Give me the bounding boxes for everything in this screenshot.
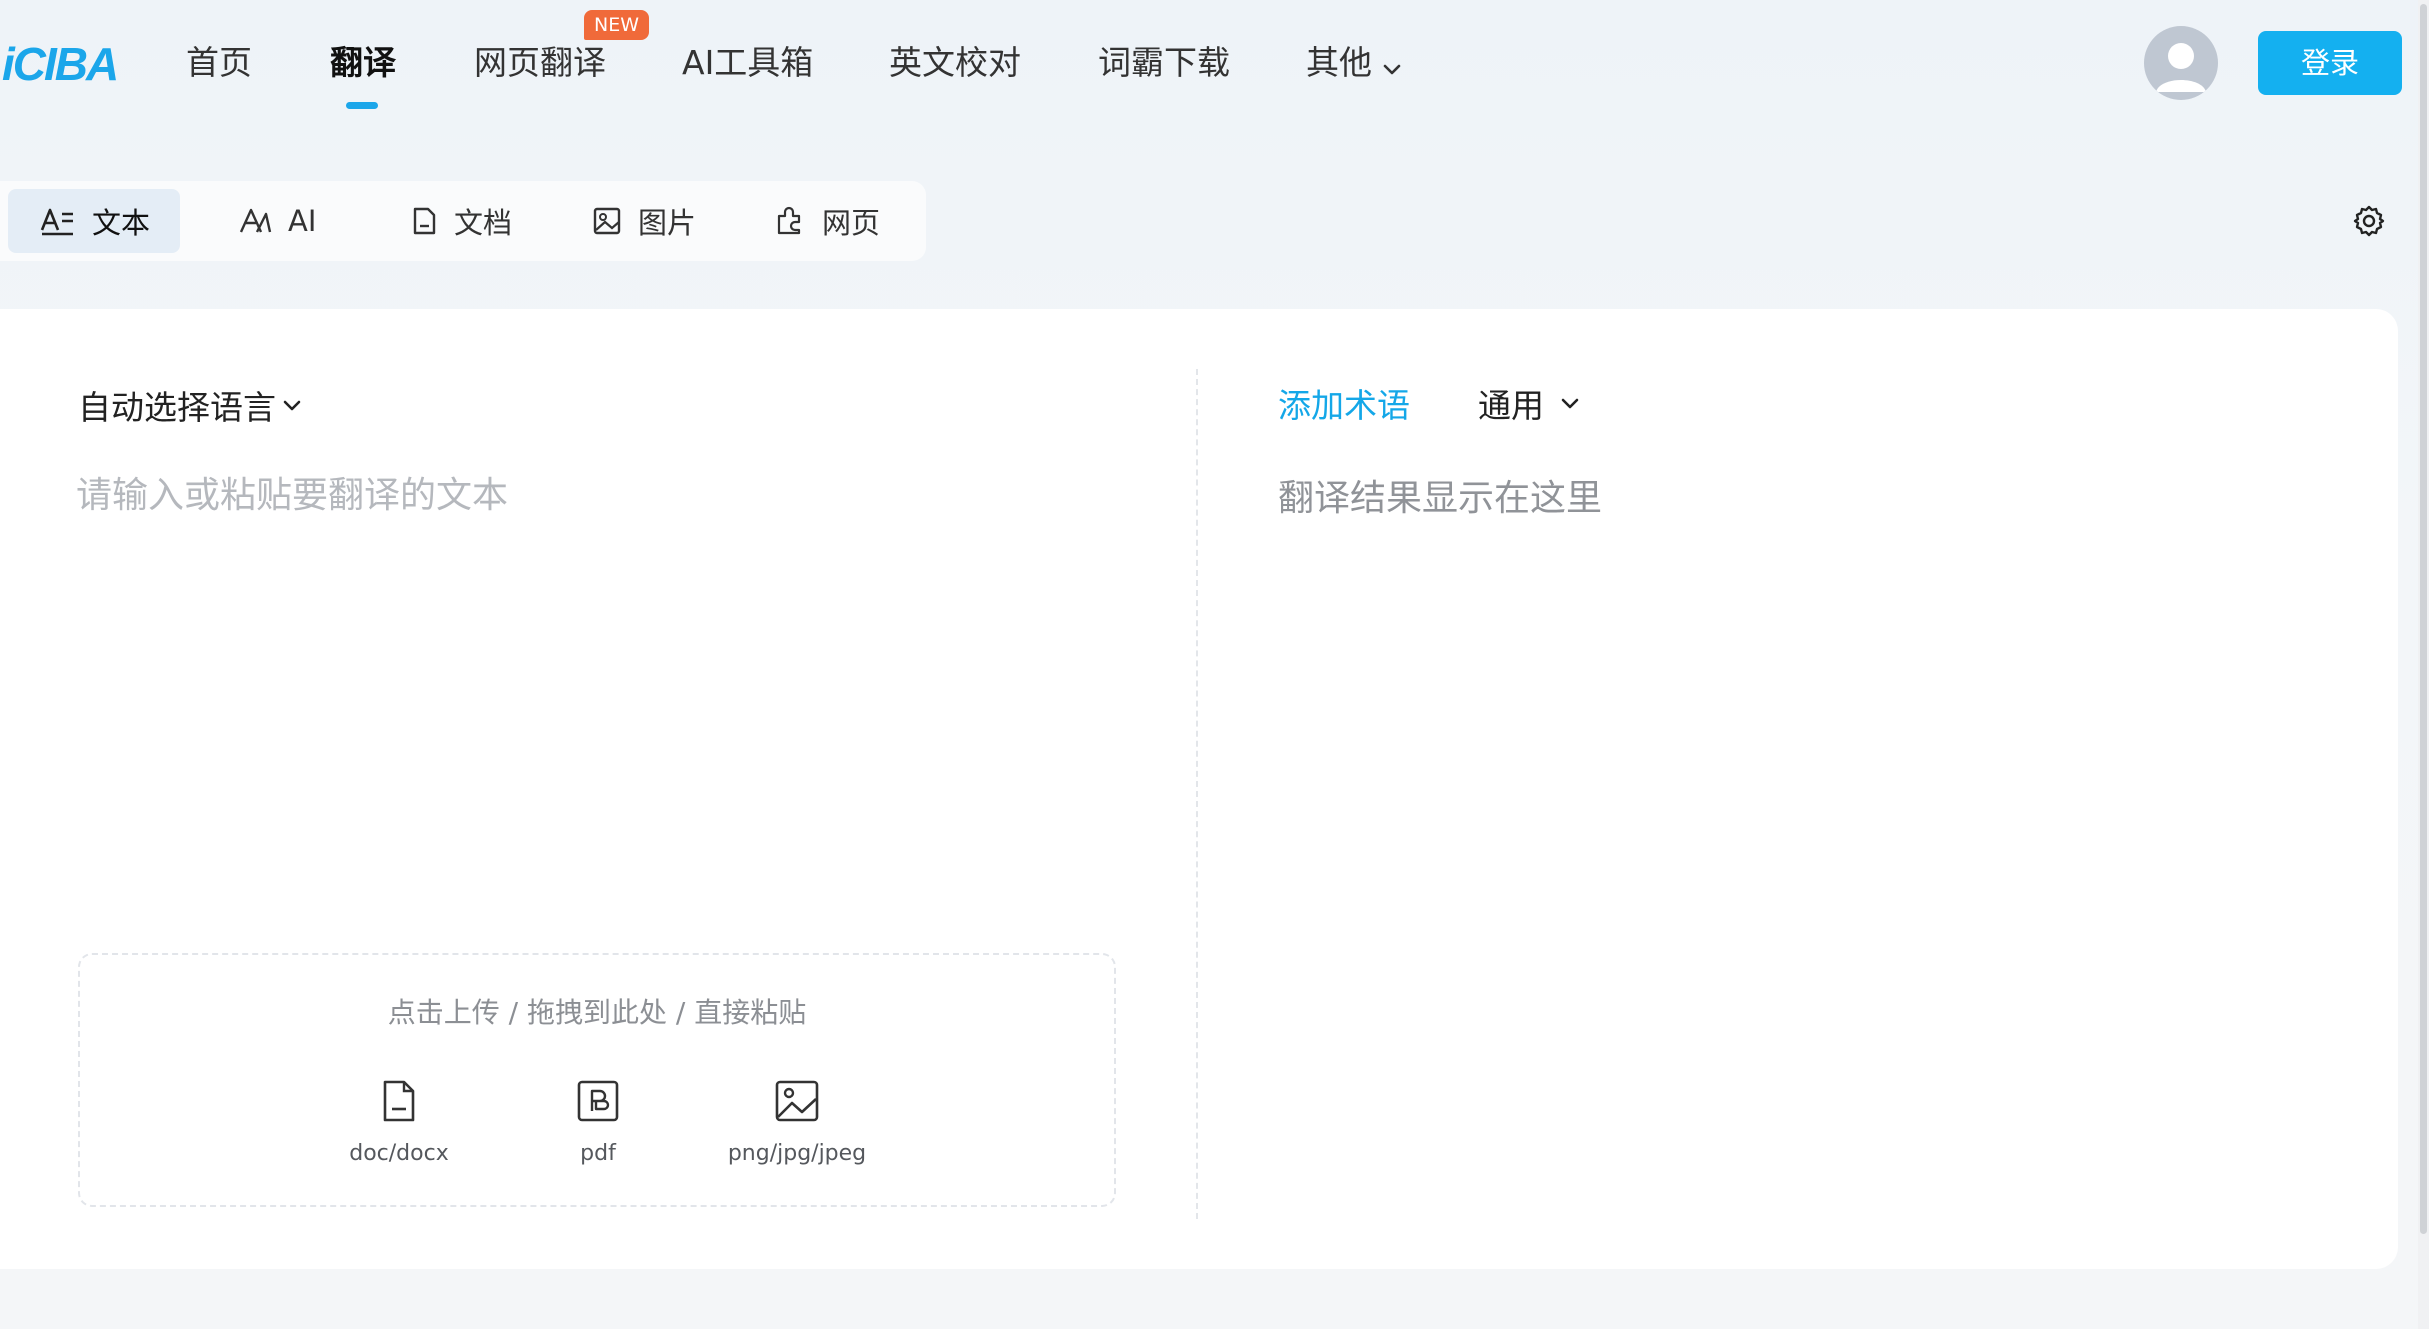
user-icon [2156, 43, 2206, 92]
user-avatar[interactable] [2144, 26, 2218, 100]
panel-divider [1196, 369, 1198, 1219]
settings-gear-icon[interactable] [2352, 204, 2386, 242]
nav-item-download[interactable]: 词霸下载 [1098, 38, 1230, 88]
upload-hint: 点击上传 / 拖拽到此处 / 直接粘贴 [387, 996, 807, 1029]
tab-webpage-label: 网页 [822, 206, 881, 240]
source-text-input[interactable] [76, 469, 1136, 729]
upload-type-pdf-label: pdf [580, 1141, 616, 1166]
login-button[interactable]: 登录 [2258, 31, 2402, 95]
nav-item-web-translate[interactable]: 网页翻译 [474, 38, 606, 88]
tab-ai[interactable]: AI [238, 189, 316, 253]
document-icon [410, 206, 438, 236]
translation-panel: 自动选择语言 点击上传 / 拖拽到此处 / 直接粘贴 doc/docx pdf [0, 309, 2398, 1269]
tab-webpage[interactable]: 网页 [774, 189, 880, 253]
nav-item-home[interactable]: 首页 [186, 38, 252, 88]
add-term-link[interactable]: 添加术语 [1278, 379, 1410, 427]
nav-item-ai-toolbox[interactable]: AI工具箱 [682, 38, 813, 88]
domain-label: 通用 [1478, 386, 1544, 425]
tab-text[interactable]: 文本 [8, 189, 180, 253]
tab-image[interactable]: 图片 [592, 189, 696, 253]
tab-ai-label: AI [288, 204, 317, 238]
iciba-logo[interactable]: iCIBA [2, 36, 119, 92]
nav-item-more[interactable]: 其他 [1306, 38, 1402, 90]
nav-item-translate[interactable]: 翻译 [330, 38, 396, 88]
source-language-select[interactable]: 自动选择语言 [78, 381, 302, 429]
upload-type-image-label: png/jpg/jpeg [727, 1141, 867, 1166]
domain-select[interactable]: 通用 [1478, 379, 1580, 427]
nav-active-indicator [346, 102, 378, 109]
webpage-icon [774, 206, 806, 236]
nav-item-more-label: 其他 [1306, 43, 1372, 82]
pdf-file-icon [576, 1079, 620, 1127]
scrollbar-thumb[interactable] [2420, 4, 2427, 1234]
upload-type-doc-label: doc/docx [349, 1141, 449, 1166]
text-translate-icon [40, 206, 76, 236]
tab-document[interactable]: 文档 [410, 189, 512, 253]
page: iCIBA 首页 翻译 网页翻译 NEW AI工具箱 英文校对 词霸下载 其他 … [0, 0, 2429, 1329]
translation-mode-tabs: 文本 AI 文档 图片 网页 [0, 181, 926, 261]
image-icon [592, 206, 622, 236]
new-badge: NEW [584, 10, 650, 40]
ai-icon [238, 206, 272, 236]
tab-image-label: 图片 [638, 206, 697, 240]
nav-item-english-proofread[interactable]: 英文校对 [889, 38, 1021, 88]
chevron-down-icon [1382, 40, 1402, 90]
doc-file-icon [380, 1079, 418, 1127]
tab-text-label: 文本 [92, 206, 151, 240]
source-language-label: 自动选择语言 [78, 388, 276, 427]
tab-document-label: 文档 [454, 206, 513, 240]
upload-type-image[interactable]: png/jpg/jpeg [697, 1079, 897, 1166]
image-file-icon [774, 1079, 820, 1127]
top-navigation: iCIBA 首页 翻译 网页翻译 NEW AI工具箱 英文校对 词霸下载 其他 … [0, 0, 2429, 130]
translation-result-placeholder: 翻译结果显示在这里 [1278, 478, 1603, 519]
upload-type-doc[interactable]: doc/docx [299, 1079, 499, 1166]
upload-type-pdf[interactable]: pdf [498, 1079, 698, 1166]
chevron-down-icon [1560, 396, 1580, 410]
chevron-down-icon [282, 398, 302, 412]
file-upload-dropzone[interactable]: 点击上传 / 拖拽到此处 / 直接粘贴 doc/docx pdf png/jpg… [78, 953, 1116, 1207]
